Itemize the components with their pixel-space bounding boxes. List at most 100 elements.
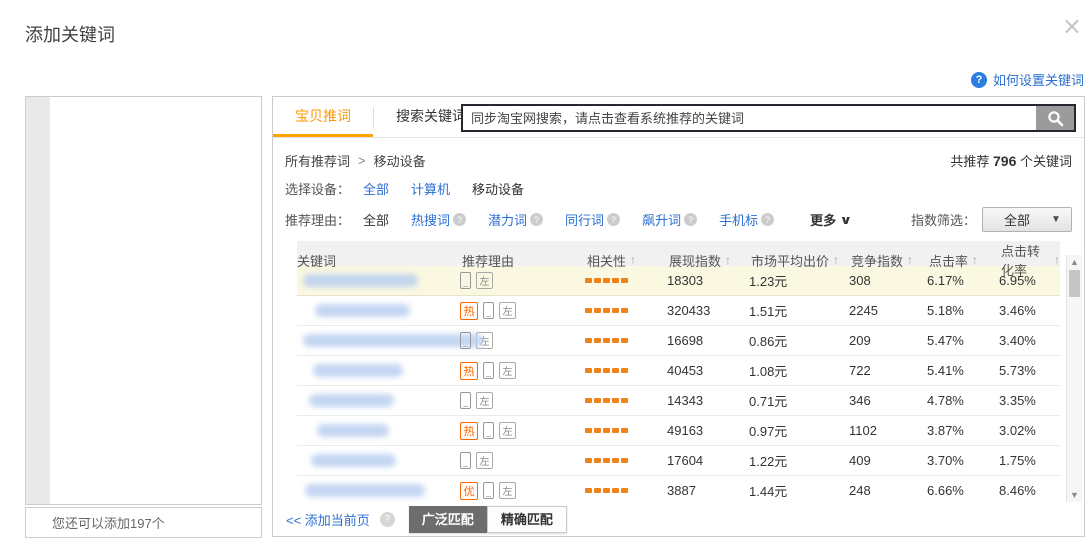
keyword-cell [297, 454, 460, 467]
broad-match-button[interactable]: 广泛匹配 [409, 506, 487, 533]
column-label: 点击率 [929, 251, 968, 270]
table-footer-bar: << 添加当前页 ? 广泛匹配 精确匹配 [274, 503, 1083, 536]
recommend-count-summary: 共推荐 796 个关键词 [950, 151, 1072, 170]
cvr-value: 3.02% [999, 423, 1060, 438]
relevance-segment [585, 308, 592, 313]
scrollbar-thumb[interactable] [1069, 270, 1080, 297]
relevance-segment [594, 368, 601, 373]
help-link-label: 如何设置关键词 [993, 70, 1084, 89]
reason-option-label: 全部 [363, 210, 389, 229]
help-link[interactable]: ? 如何设置关键词 [971, 70, 1084, 89]
reason-option-4[interactable]: 飙升词? [642, 210, 697, 229]
reason-help-icon[interactable]: ? [761, 213, 774, 226]
index-filter-select[interactable]: 全部 ▼ [982, 207, 1072, 232]
impression-value: 18303 [667, 273, 749, 288]
relevance-segment [585, 278, 592, 283]
table-row[interactable]: 热左3204331.51元22455.18%3.46% [297, 296, 1060, 326]
keyword-cell [297, 484, 460, 497]
keyword-search-box [461, 104, 1076, 132]
reason-options: 全部热搜词?潜力词?同行词?飙升词?手机标? [363, 210, 796, 229]
left-list-scrollbar[interactable] [26, 97, 50, 504]
column-header-6[interactable]: 点击率 ↑ [927, 251, 999, 270]
reason-option-5[interactable]: 手机标? [719, 210, 774, 229]
column-header-5[interactable]: 竞争指数↑ [849, 251, 927, 270]
keyword-cell [297, 274, 460, 287]
table-scrollbar[interactable]: ▲ ▼ [1066, 255, 1082, 502]
relevance-segment [585, 458, 592, 463]
impression-value: 17604 [667, 453, 749, 468]
search-button[interactable] [1036, 106, 1074, 130]
column-label: 相关性 [587, 251, 626, 270]
competition-value: 2245 [849, 303, 927, 318]
reason-option-2[interactable]: 潜力词? [488, 210, 543, 229]
device-option-0[interactable]: 全部 [363, 179, 389, 198]
mobile-phone-icon [460, 332, 471, 349]
reason-help-icon[interactable]: ? [607, 213, 620, 226]
scroll-up-icon[interactable]: ▲ [1070, 255, 1079, 269]
match-help-icon[interactable]: ? [380, 512, 395, 527]
reason-cell: 左 [460, 272, 585, 289]
mobile-phone-icon [460, 392, 471, 409]
relevance-segment [603, 398, 610, 403]
quality-word-badge: 优 [460, 482, 478, 500]
selected-keywords-panel [25, 96, 262, 505]
tab-item-recommend[interactable]: 宝贝推词 [273, 97, 373, 137]
mobile-phone-icon [460, 452, 471, 469]
device-option-2[interactable]: 移动设备 [472, 179, 524, 198]
reason-option-label: 同行词 [565, 210, 604, 229]
column-header-3[interactable]: 展现指数↑ [667, 251, 749, 270]
device-option-1[interactable]: 计算机 [411, 179, 450, 198]
sort-arrow-icon[interactable]: ↑ [907, 253, 913, 267]
relevance-segment [585, 488, 592, 493]
search-input[interactable] [463, 106, 1036, 130]
add-current-page-link[interactable]: << 添加当前页 [286, 510, 370, 529]
table-row[interactable]: 热左491630.97元11023.87%3.02% [297, 416, 1060, 446]
keyword-recommend-panel: 宝贝推词 搜索关键词 所有推荐词 > 移动设备 共推荐 796 个关键词 选择设… [272, 96, 1085, 537]
cvr-value: 3.46% [999, 303, 1060, 318]
sort-arrow-icon[interactable]: ↑ [630, 253, 636, 267]
relevance-segment [594, 308, 601, 313]
left-position-badge: 左 [499, 302, 516, 319]
column-header-2[interactable]: 相关性 ↑ [585, 251, 667, 270]
hot-word-badge: 热 [460, 422, 478, 440]
exact-match-button[interactable]: 精确匹配 [487, 506, 567, 533]
reason-option-3[interactable]: 同行词? [565, 210, 620, 229]
column-label: 关键词 [297, 251, 336, 270]
reason-help-icon[interactable]: ? [530, 213, 543, 226]
close-icon[interactable]: × [1062, 14, 1082, 38]
keyword-cell [297, 364, 460, 377]
sort-arrow-icon[interactable]: ↑ [1054, 253, 1060, 267]
reason-cell: 热左 [460, 362, 585, 380]
reason-option-1[interactable]: 热搜词? [411, 210, 466, 229]
column-header-4[interactable]: 市场平均出价↑ [749, 251, 849, 270]
reason-option-label: 手机标 [719, 210, 758, 229]
reason-help-icon[interactable]: ? [684, 213, 697, 226]
reason-option-0[interactable]: 全部 [363, 210, 389, 229]
scroll-down-icon[interactable]: ▼ [1070, 488, 1079, 502]
relevance-segment [621, 368, 628, 373]
sort-arrow-icon[interactable]: ↑ [972, 253, 978, 267]
keyword-redacted [303, 274, 418, 287]
table-row[interactable]: 左176041.22元4093.70%1.75% [297, 446, 1060, 476]
sort-arrow-icon[interactable]: ↑ [725, 253, 731, 267]
reason-help-icon[interactable]: ? [453, 213, 466, 226]
sort-arrow-icon[interactable]: ↑ [833, 253, 839, 267]
table-row[interactable]: 热左404531.08元7225.41%5.73% [297, 356, 1060, 386]
mobile-phone-icon [483, 422, 494, 439]
table-row[interactable]: 优左38871.44元2486.66%8.46% [297, 476, 1060, 506]
more-dropdown[interactable]: 更多 ∨ [810, 210, 851, 229]
hot-word-badge: 热 [460, 302, 478, 320]
table-row[interactable]: 左166980.86元2095.47%3.40% [297, 326, 1060, 356]
relevance-segment [594, 278, 601, 283]
table-row[interactable]: 左143430.71元3464.78%3.35% [297, 386, 1060, 416]
table-row[interactable]: 左183031.23元3086.17%6.95% [297, 266, 1060, 296]
breadcrumb-parent[interactable]: 所有推荐词 [285, 151, 350, 170]
relevance-bar [585, 398, 667, 403]
relevance-segment [603, 428, 610, 433]
breadcrumb: 所有推荐词 > 移动设备 共推荐 796 个关键词 [285, 151, 1072, 170]
relevance-segment [612, 368, 619, 373]
relevance-segment [612, 458, 619, 463]
relevance-bar [585, 308, 667, 313]
relevance-bar [585, 338, 667, 343]
competition-value: 1102 [849, 423, 927, 438]
